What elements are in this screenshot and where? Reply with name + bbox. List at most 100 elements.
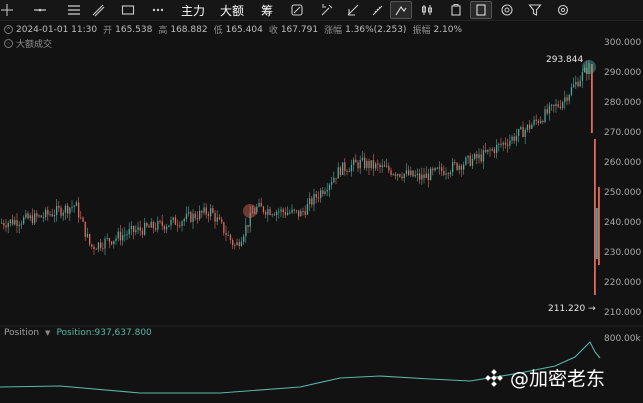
price-tick-260: 260.000 bbox=[604, 158, 642, 168]
candle-body bbox=[113, 240, 115, 245]
trend-line-icon[interactable] bbox=[82, 0, 114, 20]
crosshair-icon[interactable] bbox=[0, 0, 14, 20]
measure-icon[interactable] bbox=[342, 0, 364, 20]
price-tick-240: 240.000 bbox=[604, 218, 642, 228]
large-trade-bubble[interactable] bbox=[243, 204, 257, 218]
candle-body bbox=[405, 170, 408, 174]
candle-body bbox=[416, 173, 419, 176]
horizontal-line-icon[interactable] bbox=[14, 0, 66, 20]
candle-body bbox=[359, 160, 361, 169]
candle-body bbox=[423, 174, 425, 179]
brush-icon[interactable] bbox=[312, 0, 342, 20]
ruler-icon[interactable] bbox=[364, 0, 390, 20]
candle-body bbox=[137, 227, 139, 231]
camera-icon[interactable] bbox=[492, 0, 522, 20]
candle-body bbox=[465, 157, 467, 165]
candle-body bbox=[216, 217, 218, 222]
candle-body bbox=[80, 217, 82, 219]
candle-body bbox=[540, 120, 542, 123]
candle-body bbox=[502, 142, 504, 145]
candle-body bbox=[537, 120, 540, 123]
candle-body bbox=[458, 165, 460, 170]
candle-body bbox=[355, 159, 357, 163]
candle-body bbox=[179, 225, 181, 227]
candle-body bbox=[86, 234, 89, 237]
position-value: Position:937,637.800 bbox=[56, 328, 152, 338]
copy-icon[interactable] bbox=[442, 0, 470, 20]
candle-body bbox=[364, 157, 366, 168]
candle-body bbox=[192, 213, 194, 222]
candle-body bbox=[320, 190, 322, 198]
position-indicator-name[interactable]: Position bbox=[4, 328, 39, 338]
candle-body bbox=[452, 161, 454, 173]
candle-body bbox=[73, 205, 75, 207]
candle-body bbox=[524, 129, 526, 138]
candle-body bbox=[366, 160, 368, 168]
candle-body bbox=[238, 242, 240, 246]
drawing-toolbar: 主力 大额 筹 bbox=[0, 0, 643, 21]
watermark: @加密老东 bbox=[484, 364, 605, 391]
candle-body bbox=[18, 224, 20, 226]
binance-logo-icon bbox=[485, 368, 503, 387]
candle-body bbox=[342, 162, 344, 176]
candle-body bbox=[326, 190, 328, 192]
candle-body bbox=[203, 207, 205, 213]
candle-body bbox=[594, 139, 596, 295]
candle-body bbox=[181, 221, 183, 226]
price-tick-220: 220.000 bbox=[604, 278, 642, 288]
candle-body bbox=[518, 129, 520, 136]
candle-body bbox=[309, 198, 311, 204]
more-icon[interactable] bbox=[142, 0, 174, 20]
candle-body bbox=[379, 164, 381, 168]
candle-body bbox=[333, 177, 335, 183]
large-trade-bubble[interactable] bbox=[582, 60, 596, 74]
large-amount-button[interactable]: 大额 bbox=[212, 0, 252, 20]
candle-body bbox=[284, 212, 287, 215]
candle-body bbox=[69, 207, 71, 214]
candle-body bbox=[548, 105, 551, 114]
filter-icon[interactable] bbox=[522, 0, 548, 20]
candles-icon[interactable] bbox=[412, 0, 442, 20]
indicator-icon[interactable] bbox=[282, 0, 312, 20]
main-force-button[interactable]: 主力 bbox=[174, 0, 212, 20]
price-chart[interactable] bbox=[0, 20, 643, 403]
candle-body bbox=[31, 215, 34, 224]
candle-body bbox=[126, 234, 128, 236]
price-tick-280: 280.000 bbox=[604, 98, 642, 108]
candle-body bbox=[504, 142, 507, 145]
candle-body bbox=[467, 155, 469, 158]
candle-body bbox=[339, 167, 342, 176]
candle-body bbox=[12, 219, 14, 225]
candle-body bbox=[456, 162, 458, 170]
candle-body bbox=[427, 173, 430, 181]
candle-body bbox=[47, 209, 49, 215]
draw-active-icon[interactable] bbox=[390, 1, 412, 19]
candle-body bbox=[188, 212, 190, 214]
candle-body bbox=[551, 104, 553, 106]
low-marker-label: 211.220 → bbox=[548, 304, 596, 314]
layout-icon[interactable] bbox=[470, 1, 492, 19]
candle-body bbox=[159, 220, 161, 222]
candle-body bbox=[383, 165, 386, 167]
settings-icon[interactable] bbox=[548, 0, 578, 20]
candle-body bbox=[478, 154, 480, 159]
candle-body bbox=[487, 149, 489, 152]
candle-body bbox=[445, 173, 447, 175]
candle-body bbox=[302, 211, 304, 212]
candle-body bbox=[311, 198, 313, 205]
candle-body bbox=[207, 214, 210, 217]
candle-body bbox=[265, 212, 267, 215]
candle-body bbox=[476, 154, 478, 159]
candle-body bbox=[78, 202, 80, 218]
candle-body bbox=[287, 212, 289, 215]
candle-body bbox=[348, 171, 350, 173]
candle-body bbox=[335, 177, 337, 179]
rectangle-icon[interactable] bbox=[114, 0, 142, 20]
parallel-lines-icon[interactable] bbox=[66, 0, 82, 20]
candle-body bbox=[289, 212, 291, 214]
high-marker-label: 293.844 bbox=[546, 55, 584, 65]
chips-button[interactable]: 筹 bbox=[252, 0, 282, 20]
candle-body bbox=[368, 160, 370, 169]
dropdown-arrow-icon[interactable]: ▼ bbox=[45, 329, 50, 337]
candle-body bbox=[546, 109, 548, 114]
